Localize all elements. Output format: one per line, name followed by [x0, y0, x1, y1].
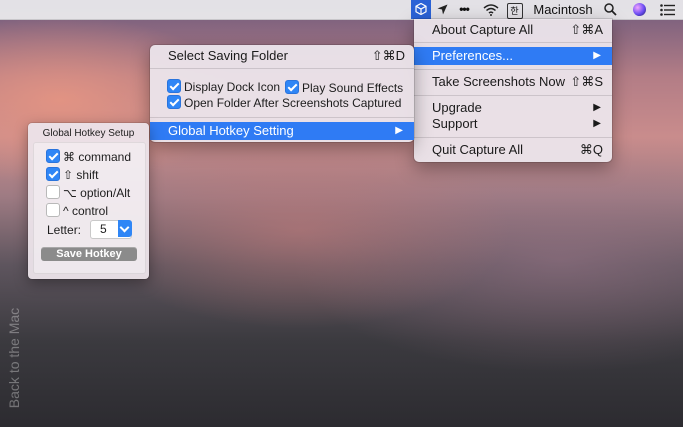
global-hotkey-setup-panel: Global Hotkey Setup ⌘ command ⇧ shift ⌥ … — [28, 123, 149, 279]
menubar-host-name[interactable]: Macintosh — [532, 0, 594, 19]
separator — [414, 69, 612, 70]
capture-all-menu-extra[interactable] — [411, 0, 431, 19]
submenu-arrow-icon: ▶ — [593, 50, 601, 61]
shift-checkbox[interactable]: ⇧ shift — [46, 167, 98, 182]
checkbox-unchecked-icon — [46, 185, 60, 199]
shift-label: ⇧ shift — [63, 168, 99, 182]
wifi-icon[interactable] — [481, 0, 501, 19]
take-screenshots-label: Take Screenshots Now — [432, 74, 565, 89]
select-saving-folder-menu-item[interactable]: Select Saving Folder ⇧⌘D — [150, 47, 414, 65]
support-menu-item[interactable]: Support ▶ — [414, 115, 612, 133]
take-screenshots-shortcut: ⇧⌘S — [570, 74, 603, 89]
input-source-label: 한 — [506, 3, 523, 19]
panel-title: Global Hotkey Setup — [42, 128, 135, 139]
separator — [150, 117, 414, 118]
global-hotkey-setting-menu-item[interactable]: Global Hotkey Setting ▶ — [150, 122, 414, 140]
quit-menu-item[interactable]: Quit Capture All ⌘Q — [414, 141, 612, 159]
preferences-submenu: Select Saving Folder ⇧⌘D Display Dock Ic… — [150, 45, 414, 142]
select-saving-folder-shortcut: ⇧⌘D — [371, 48, 405, 63]
option-checkbox[interactable]: ⌥ option/Alt — [46, 185, 130, 200]
input-source-icon[interactable]: 한 — [506, 0, 523, 19]
open-folder-label: Open Folder After Screenshots Captured — [184, 96, 402, 110]
play-sound-effects-checkbox[interactable]: Play Sound Effects — [285, 80, 403, 95]
checkbox-checked-icon — [46, 167, 60, 181]
notification-list-icon[interactable] — [656, 0, 678, 19]
letter-value: 5 — [100, 222, 107, 236]
quit-shortcut: ⌘Q — [579, 142, 603, 157]
separator — [414, 137, 612, 138]
hotkey-options-box: ⌘ command ⇧ shift ⌥ option/Alt ^ control… — [33, 142, 146, 274]
submenu-arrow-icon: ▶ — [395, 125, 403, 136]
select-saving-folder-label: Select Saving Folder — [168, 48, 288, 63]
control-label: ^ control — [63, 204, 108, 218]
watermark-text: Back to the Mac — [6, 307, 23, 409]
quit-label: Quit Capture All — [432, 142, 524, 157]
play-sound-effects-label: Play Sound Effects — [302, 81, 404, 95]
location-arrow-icon[interactable] — [434, 0, 450, 19]
save-hotkey-button[interactable]: Save Hotkey — [41, 247, 137, 261]
about-menu-item[interactable]: About Capture All ⇧⌘A — [414, 21, 612, 39]
display-dock-icon-checkbox[interactable]: Display Dock Icon — [167, 79, 280, 94]
menu-bar: ••• 한 Macintosh — [0, 0, 683, 20]
control-checkbox[interactable]: ^ control — [46, 203, 108, 218]
capture-all-cube-icon — [415, 3, 427, 15]
capture-all-menu: About Capture All ⇧⌘A Preferences... ▶ T… — [414, 19, 612, 162]
global-hotkey-setting-label: Global Hotkey Setting — [168, 123, 294, 138]
support-label: Support — [432, 116, 478, 131]
about-shortcut: ⇧⌘A — [570, 22, 603, 37]
about-label: About Capture All — [432, 22, 534, 37]
preferences-label: Preferences... — [432, 48, 513, 63]
command-checkbox[interactable]: ⌘ command — [46, 149, 131, 164]
submenu-arrow-icon: ▶ — [593, 118, 601, 129]
display-dock-icon-label: Display Dock Icon — [184, 80, 281, 94]
separator — [414, 95, 612, 96]
checkbox-checked-icon — [167, 95, 181, 109]
magnifier-icon[interactable] — [601, 0, 619, 19]
checkbox-checked-icon — [46, 149, 60, 163]
checkbox-checked-icon — [167, 79, 181, 93]
separator — [150, 68, 414, 69]
siri-icon[interactable] — [630, 0, 648, 19]
upgrade-label: Upgrade — [432, 100, 482, 115]
preferences-menu-item[interactable]: Preferences... ▶ — [414, 47, 612, 65]
open-folder-after-capture-checkbox[interactable]: Open Folder After Screenshots Captured — [167, 95, 401, 110]
more-dots-icon[interactable]: ••• — [455, 0, 473, 19]
option-label: ⌥ option/Alt — [63, 186, 131, 200]
take-screenshots-menu-item[interactable]: Take Screenshots Now ⇧⌘S — [414, 73, 612, 91]
separator — [414, 42, 612, 43]
checkbox-unchecked-icon — [46, 203, 60, 217]
command-label: ⌘ command — [63, 150, 132, 164]
letter-select[interactable]: 5 — [90, 220, 132, 239]
chevron-down-icon — [118, 220, 132, 237]
letter-label: Letter: — [47, 223, 82, 237]
checkbox-checked-icon — [285, 80, 299, 94]
